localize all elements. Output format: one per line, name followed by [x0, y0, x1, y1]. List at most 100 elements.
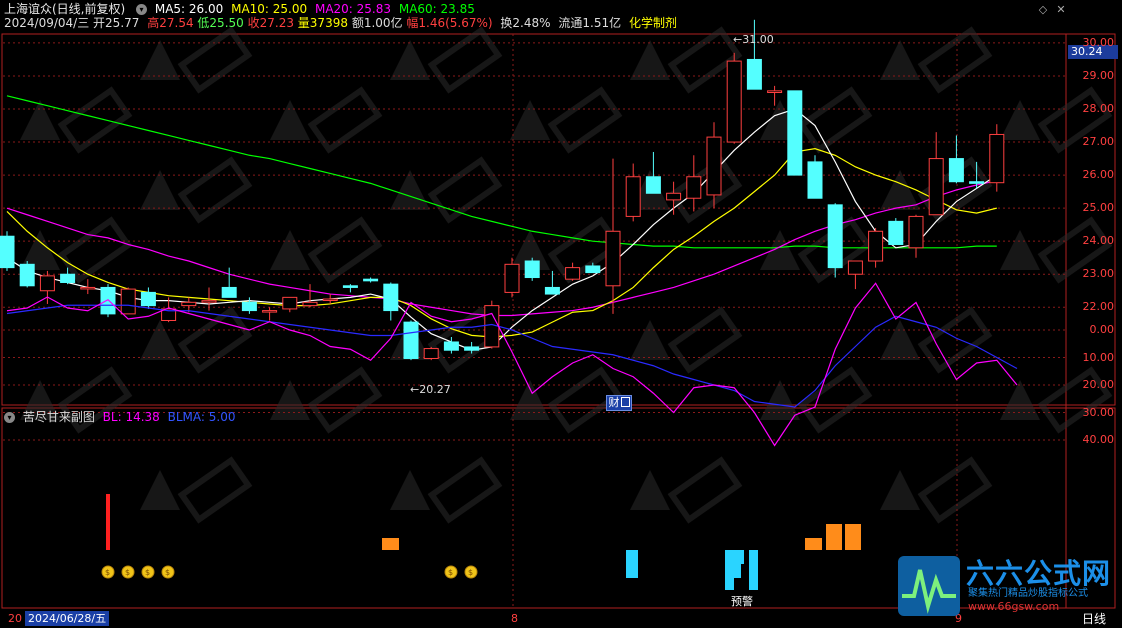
- sub-indicator-header: ▾ 苦尽甘来副图 BL: 14.38 BLMA: 5.00: [4, 410, 240, 424]
- candle-body: [383, 283, 399, 312]
- quote-date: 2024/09/04/三: [4, 16, 90, 30]
- candle-body: [524, 260, 540, 279]
- candle-body: [504, 263, 520, 293]
- svg-text:$: $: [165, 568, 170, 577]
- candle-body: [847, 260, 863, 275]
- high-price-marker: ←31.00: [733, 33, 774, 46]
- candle-body: [19, 263, 35, 287]
- watermark-stamp: [177, 306, 253, 374]
- signal-block-cyan: [739, 550, 744, 564]
- candle-body: [565, 267, 581, 280]
- svg-text:$: $: [448, 568, 453, 577]
- candle-body: [666, 192, 682, 201]
- arrow-icon: ←: [410, 383, 420, 396]
- cursor-date-badge: 2024/06/28/五: [25, 611, 110, 626]
- ma60-label: MA60: 23.85: [398, 2, 475, 16]
- watermark-stamp: [427, 26, 503, 94]
- candle-body: [282, 296, 298, 310]
- ma5-label: MA5: 26.00: [154, 2, 224, 16]
- diamond-icon[interactable]: ◇: [1037, 4, 1049, 16]
- candle-body: [181, 301, 197, 307]
- sub-tick-label: 20.00: [1082, 378, 1115, 391]
- quote-industry[interactable]: 化学制剂: [629, 16, 677, 30]
- watermark-stamp: [667, 156, 743, 224]
- watermark-stamp: [917, 26, 993, 94]
- candle-body: [908, 215, 924, 249]
- site-logo: 六六公式网 聚集热门精品炒股指标公式 www.66gsw.com: [896, 552, 1116, 624]
- bl-label: BL: 14.38: [102, 410, 160, 424]
- candle-body: [948, 158, 964, 183]
- watermark-stamp: [177, 156, 253, 224]
- price-tick-label: 30.00: [1082, 35, 1115, 49]
- candle-body: [363, 278, 379, 282]
- svg-text:$: $: [125, 568, 130, 577]
- watermark-stamp: [307, 366, 383, 434]
- quote-close: 收27.23: [247, 16, 294, 30]
- ma5-line: [6, 108, 998, 351]
- signal-block-orange: [845, 524, 861, 550]
- price-tick-label: 25.00: [1082, 201, 1115, 215]
- price-tick-label: 23.00: [1082, 267, 1115, 281]
- watermark-stamp: [667, 456, 743, 524]
- watermark-stamp: [917, 306, 993, 374]
- signal-block-orange: [382, 538, 399, 550]
- candle-body: [928, 158, 944, 216]
- signal-block-cyan: [725, 550, 734, 590]
- watermark-stamp: [880, 320, 920, 360]
- candle-body: [686, 176, 702, 199]
- watermark-stamp: [427, 456, 503, 524]
- watermark-stamp: [630, 40, 670, 80]
- candle-body: [868, 230, 884, 262]
- candle-body: [60, 273, 76, 283]
- watermark-stamp: [510, 380, 550, 420]
- settings-circle-icon[interactable]: ▾: [136, 4, 148, 15]
- candle-body: [645, 176, 661, 194]
- watermark-stamp: [880, 470, 920, 510]
- candle-body: [201, 300, 217, 303]
- price-tick-label: 22.00: [1082, 300, 1115, 314]
- quote-low: 低25.50: [197, 16, 244, 30]
- candle-body: [807, 161, 823, 199]
- watermark-stamp: [390, 470, 430, 510]
- ma20-label: MA20: 25.83: [314, 2, 392, 16]
- watermark-stamp: [390, 40, 430, 80]
- financial-report-badge[interactable]: 财: [606, 395, 632, 411]
- candle-body: [302, 301, 318, 307]
- close-icon[interactable]: ✕: [1055, 4, 1067, 16]
- candle-body: [221, 286, 237, 298]
- watermark-stamp: [547, 86, 623, 154]
- svg-text:$: $: [105, 568, 110, 577]
- candle-body: [746, 58, 762, 90]
- watermark-stamp: [630, 320, 670, 360]
- time-tick-left: 20: [8, 612, 22, 625]
- sub-tick-label: 0.00: [1089, 323, 1115, 336]
- ma10-label: MA10: 25.00: [231, 2, 308, 16]
- price-tick-label: 27.00: [1082, 135, 1115, 149]
- quote-open: 开25.77: [93, 16, 140, 30]
- candle-body: [322, 298, 338, 302]
- logo-mark-icon: [898, 556, 960, 616]
- quote-change: 幅1.46(5.67%): [406, 16, 493, 30]
- price-tick-label: 29.00: [1082, 68, 1115, 82]
- quote-float: 流通1.51亿: [558, 16, 622, 30]
- stock-title[interactable]: 上海谊众(日线,前复权): [4, 2, 125, 16]
- logo-subtitle: 聚集热门精品炒股指标公式: [968, 588, 1088, 599]
- candle-body: [625, 176, 641, 217]
- main-chart[interactable]: $ $ $ $ $ $: [0, 0, 1122, 628]
- indicator-menu-icon[interactable]: ▾: [4, 412, 15, 423]
- candle-body: [989, 133, 1005, 184]
- watermark-stamp: [760, 380, 800, 420]
- candle-body: [888, 220, 904, 245]
- sub-tick-label: 10.00: [1082, 350, 1115, 364]
- quote-amount: 额1.00亿: [351, 16, 403, 30]
- watermark-stamp: [427, 156, 503, 224]
- watermark-stamp: [307, 86, 383, 154]
- warning-label: 预警: [731, 595, 753, 608]
- quote-turnover: 换2.48%: [500, 16, 551, 30]
- blma-label: BLMA: 5.00: [167, 410, 236, 424]
- watermark-stamp: [177, 26, 253, 94]
- sub-indicator-title[interactable]: 苦尽甘来副图: [23, 410, 95, 424]
- watermark-stamp: [57, 86, 133, 154]
- watermark-stamp: [140, 470, 180, 510]
- watermark-stamp: [177, 456, 253, 524]
